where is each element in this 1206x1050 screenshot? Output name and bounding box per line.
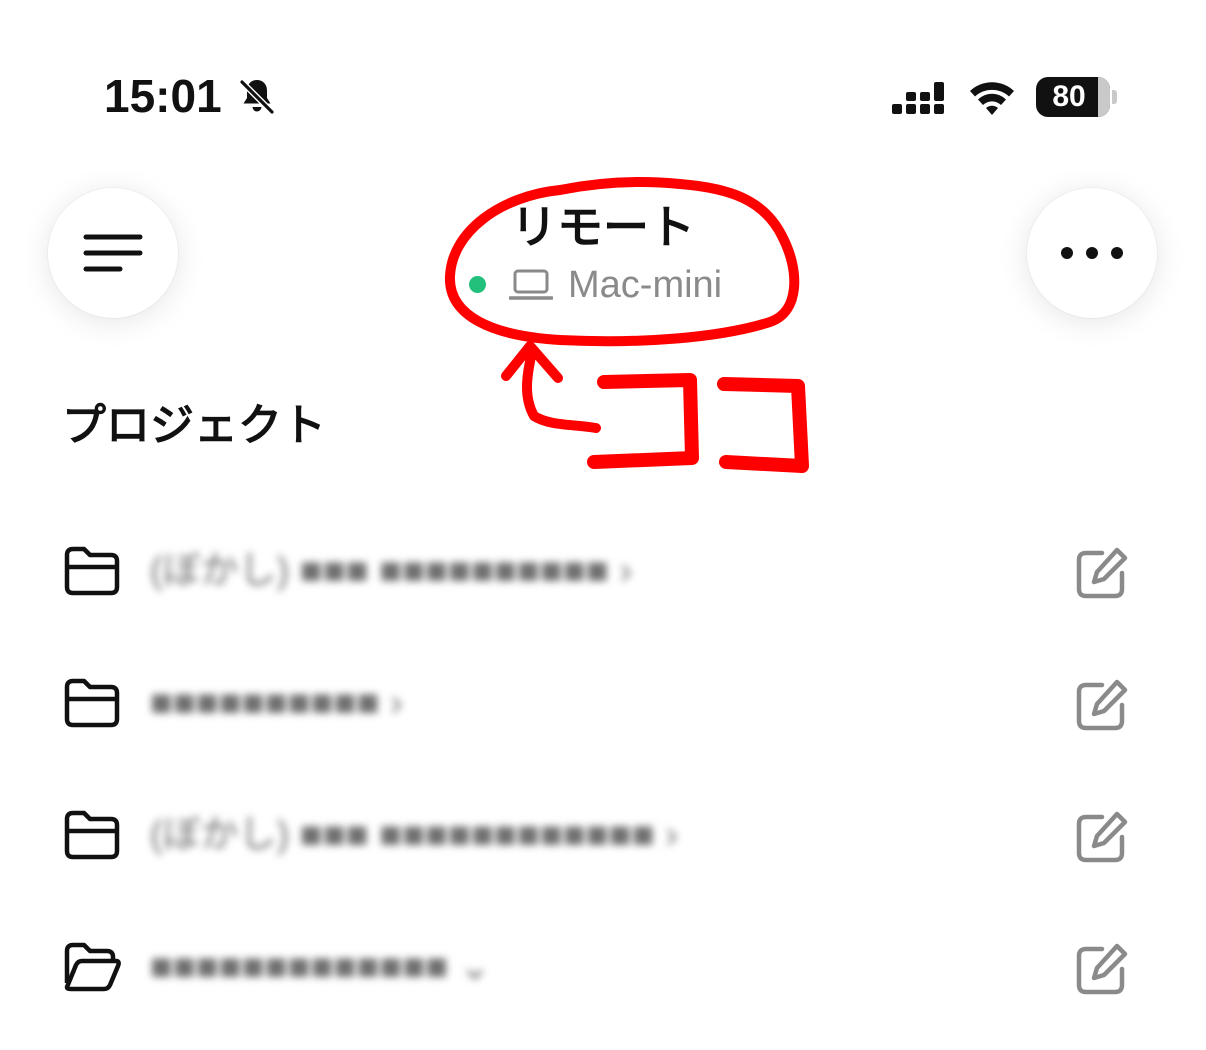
section-title: プロジェクト xyxy=(62,400,326,451)
more-button[interactable] xyxy=(1027,188,1157,318)
wifi-icon xyxy=(970,82,1014,115)
project-item[interactable]: (ぼかし) ■■■ ■■■■■■■■■■ › xyxy=(0,505,1206,637)
battery-level: 80 xyxy=(1052,80,1086,113)
connection-status-dot xyxy=(469,276,486,293)
bell-slash-icon xyxy=(239,79,275,115)
battery-cap xyxy=(1112,90,1117,104)
more-icon xyxy=(1061,247,1123,259)
project-item[interactable]: ■■■■■■■■■■ › xyxy=(0,637,1206,769)
battery-indicator: 80 xyxy=(1036,77,1110,117)
project-item[interactable]: (ぼかし) ■■■ ■■■■■■■■■■■■ › xyxy=(0,769,1206,901)
folder-icon xyxy=(64,546,120,596)
edit-icon[interactable] xyxy=(1074,545,1130,601)
project-name: (ぼかし) ■■■ ■■■■■■■■■■■■ › xyxy=(150,814,678,856)
annotation-text xyxy=(587,373,809,473)
edit-icon[interactable] xyxy=(1074,941,1130,997)
laptop-icon xyxy=(509,269,553,300)
project-name: ■■■■■■■■■■ › xyxy=(150,682,403,724)
folder-icon xyxy=(64,678,120,728)
edit-icon[interactable] xyxy=(1074,677,1130,733)
device-name[interactable]: Mac-mini xyxy=(568,262,722,308)
header-title: リモート xyxy=(511,200,695,254)
annotation-arrow xyxy=(501,341,601,433)
project-item[interactable]: ■■■■■■■■■■■■■ ⌄ xyxy=(0,901,1206,1033)
project-name: (ぼかし) ■■■ ■■■■■■■■■■ › xyxy=(150,550,633,592)
edit-icon[interactable] xyxy=(1074,809,1130,865)
status-time: 15:01 xyxy=(104,70,222,122)
signal-icon xyxy=(892,82,944,114)
folder-icon xyxy=(64,810,120,860)
folder-open-icon xyxy=(64,942,121,992)
menu-button[interactable] xyxy=(48,188,178,318)
menu-icon xyxy=(83,234,143,272)
project-name: ■■■■■■■■■■■■■ ⌄ xyxy=(150,946,491,988)
